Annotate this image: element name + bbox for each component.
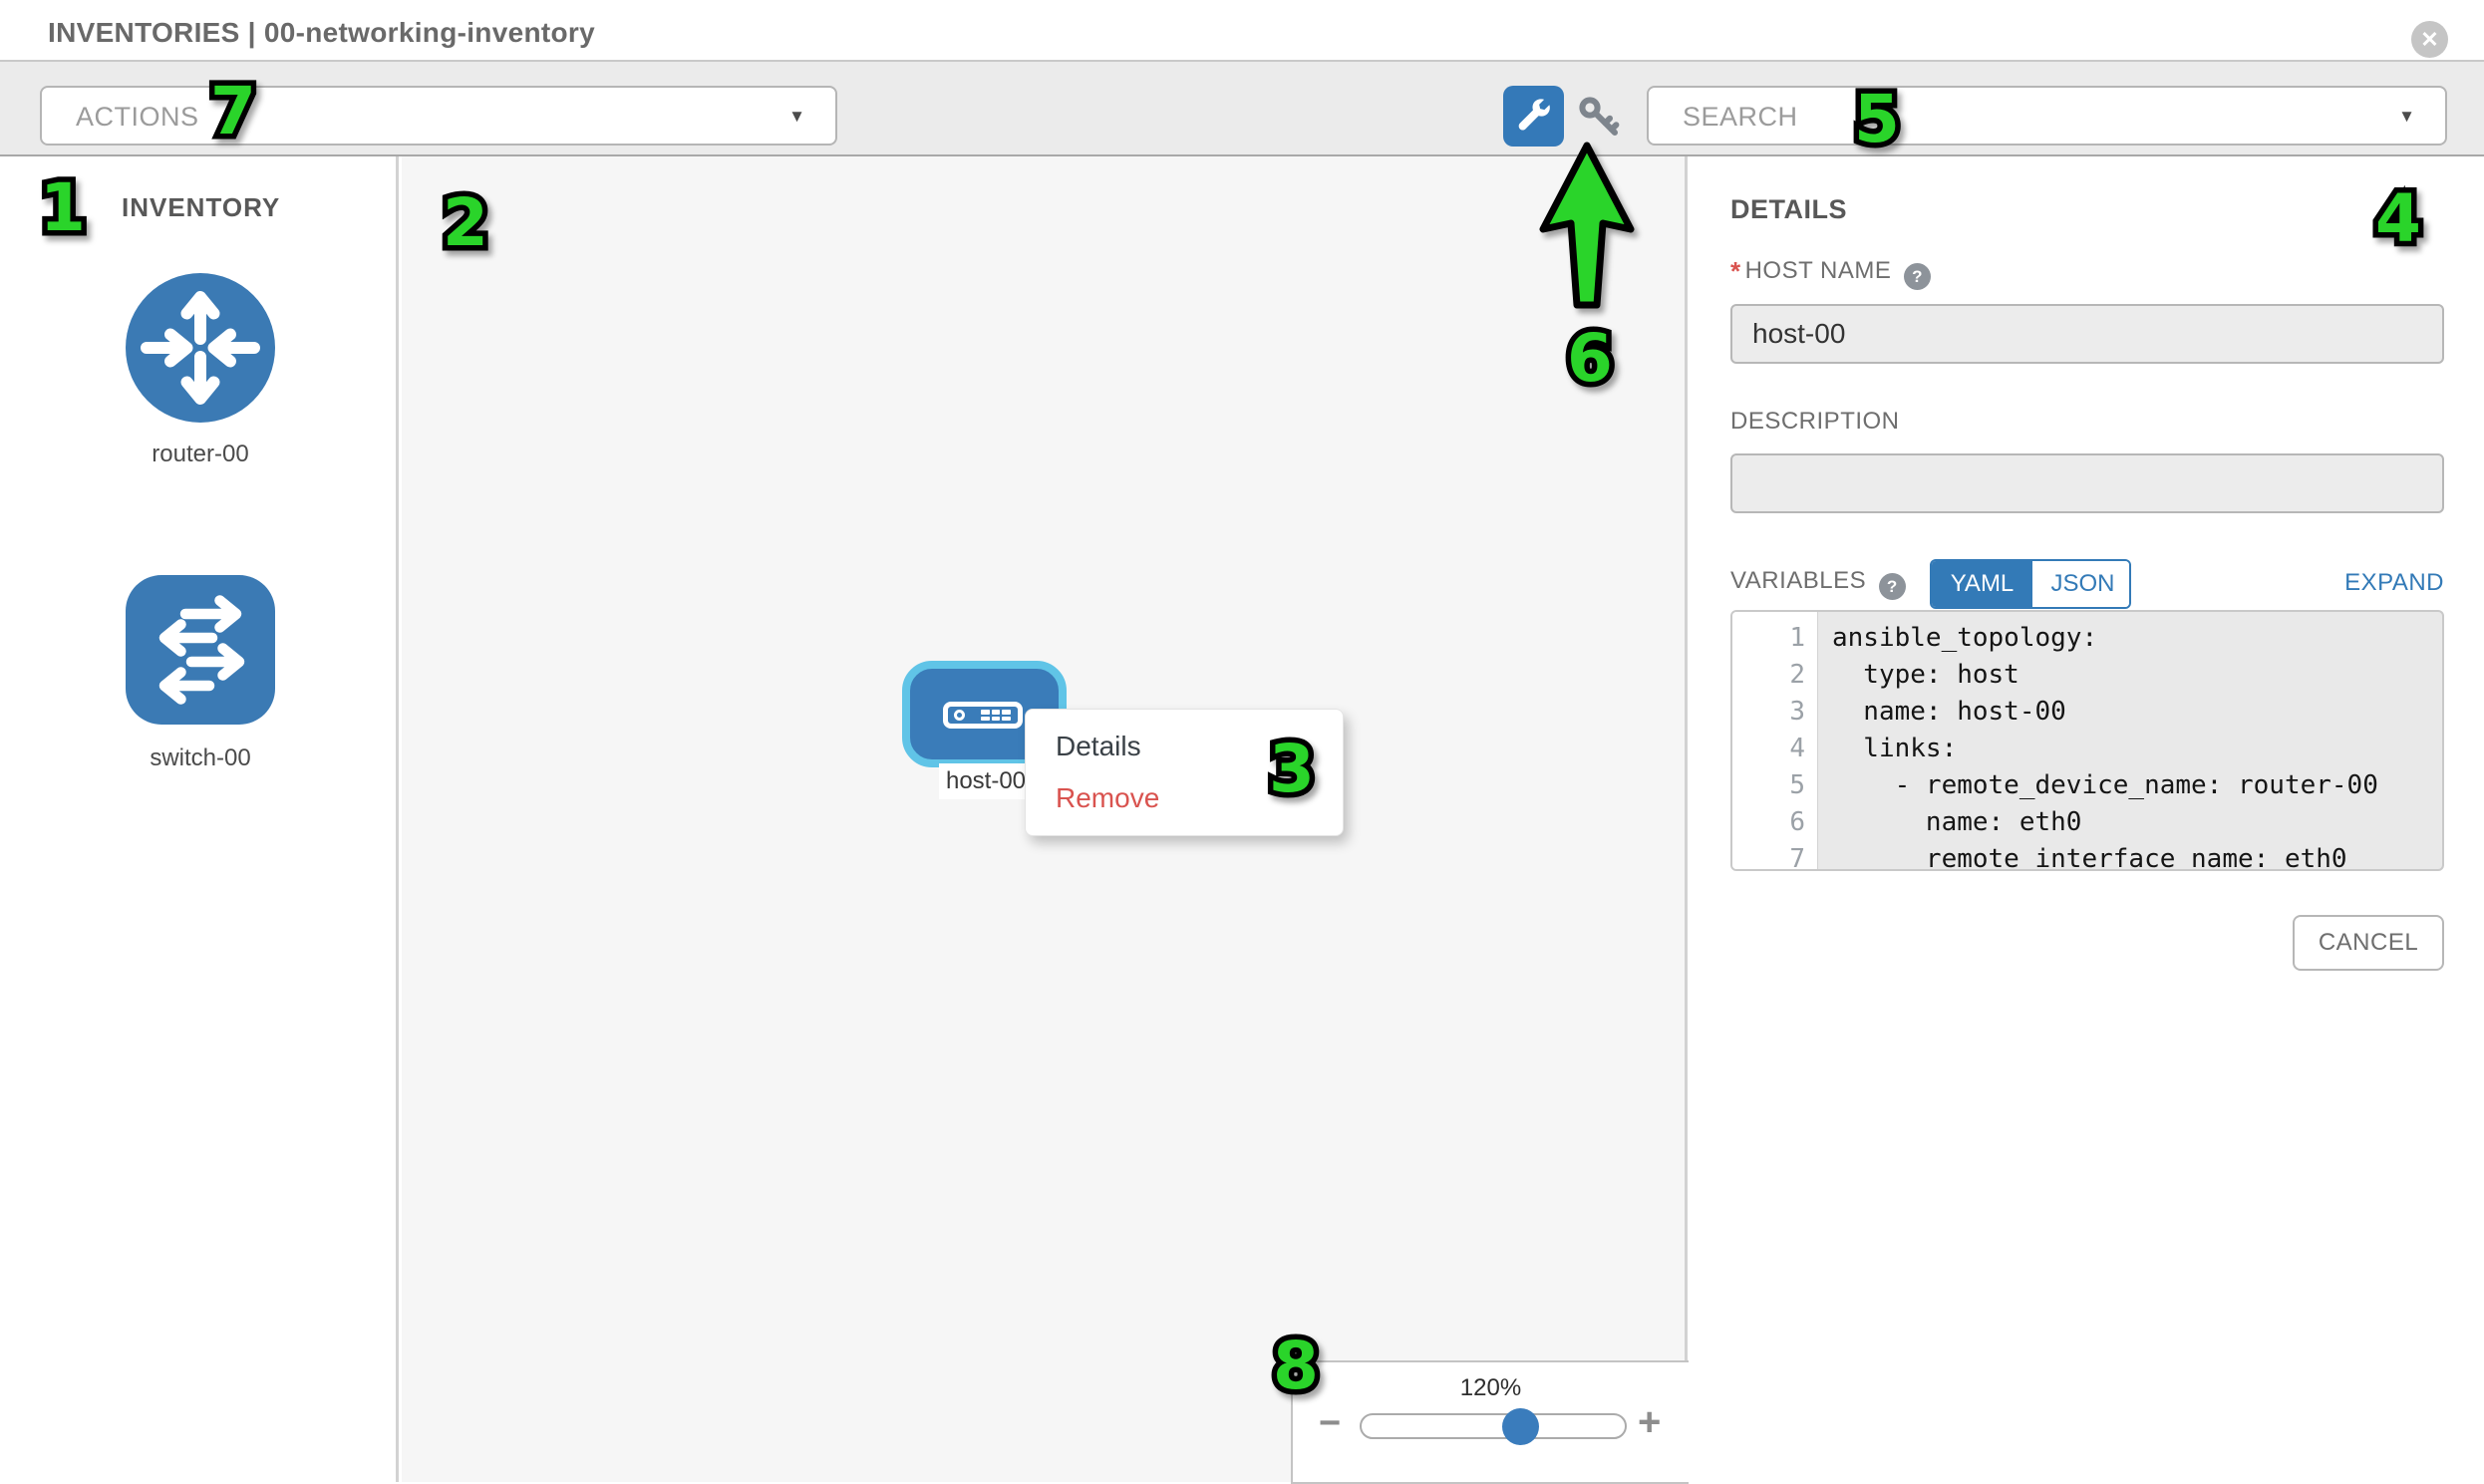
variables-row: VARIABLES ? YAML JSON EXPAND bbox=[1730, 559, 2444, 611]
hostname-label: HOST NAME bbox=[1745, 257, 1892, 284]
actions-dropdown[interactable]: ACTIONS ▼ bbox=[40, 86, 837, 146]
required-marker: * bbox=[1730, 256, 1740, 286]
caret-down-icon: ▼ bbox=[2398, 88, 2415, 144]
expand-link[interactable]: EXPAND bbox=[2344, 569, 2444, 597]
credentials-button[interactable] bbox=[1575, 94, 1625, 140]
editor-line-numbers: 1 2 3 4 5 6 7 bbox=[1732, 612, 1818, 869]
variables-format-toggle: YAML JSON bbox=[1930, 559, 2131, 609]
palette-item-label: router-00 bbox=[126, 441, 275, 468]
help-icon[interactable]: ? bbox=[1904, 263, 1931, 290]
code-line: remote_interface_name: eth0 bbox=[1832, 841, 2442, 871]
code-line: - remote_device_name: router-00 bbox=[1832, 767, 2442, 804]
code-line: name: host-00 bbox=[1832, 694, 2442, 731]
toggle-json[interactable]: JSON bbox=[2032, 561, 2131, 607]
toggle-yaml[interactable]: YAML bbox=[1932, 561, 2032, 607]
host-node-label: host-00 bbox=[939, 767, 1033, 795]
code-line: ansible_topology: bbox=[1832, 620, 2442, 657]
variables-code-editor[interactable]: 1 2 3 4 5 6 7 ansible_topology: type: ho… bbox=[1730, 610, 2444, 871]
toolbar: ACTIONS ▼ SEARCH ▼ bbox=[0, 62, 2484, 156]
inventory-palette: INVENTORY router-00 bbox=[0, 156, 399, 1482]
editor-code-area[interactable]: ansible_topology: type: host name: host-… bbox=[1818, 612, 2442, 869]
description-input[interactable] bbox=[1730, 453, 2444, 513]
breadcrumb: INVENTORIES | 00-networking-inventory bbox=[48, 0, 595, 62]
palette-item-router[interactable]: router-00 bbox=[126, 273, 275, 472]
node-context-menu: Details Remove bbox=[1025, 709, 1344, 836]
router-icon bbox=[126, 410, 275, 427]
cancel-button[interactable]: CANCEL bbox=[2293, 915, 2444, 971]
hostname-input[interactable] bbox=[1730, 304, 2444, 364]
zoom-out-button[interactable]: − bbox=[1319, 1402, 1341, 1445]
zoom-level-value: 120% bbox=[1293, 1374, 1689, 1402]
switch-icon bbox=[126, 712, 275, 729]
details-title: DETAILS bbox=[1730, 194, 1847, 225]
zoom-slider-track[interactable] bbox=[1360, 1413, 1627, 1439]
topology-canvas[interactable]: host-00 Details Remove 120% − + bbox=[402, 156, 1688, 1482]
header-bar: INVENTORIES | 00-networking-inventory ✕ bbox=[0, 0, 2484, 62]
menu-item-details[interactable]: Details bbox=[1026, 722, 1343, 771]
help-icon[interactable]: ? bbox=[1879, 573, 1906, 600]
hostname-label-row: * HOST NAME ? bbox=[1730, 256, 1931, 288]
host-icon bbox=[943, 702, 1023, 729]
description-label: DESCRIPTION bbox=[1730, 408, 1900, 436]
zoom-in-button[interactable]: + bbox=[1638, 1400, 1661, 1445]
actions-dropdown-label: ACTIONS bbox=[76, 88, 199, 144]
zoom-control: 120% − + bbox=[1291, 1360, 1689, 1484]
caret-down-icon: ▼ bbox=[788, 88, 805, 144]
details-panel: DETAILS * HOST NAME ? DESCRIPTION VARIAB… bbox=[1691, 156, 2484, 1482]
variables-label: VARIABLES bbox=[1730, 567, 1866, 594]
configure-button[interactable] bbox=[1503, 86, 1564, 147]
code-line: name: eth0 bbox=[1832, 804, 2442, 841]
palette-item-label: switch-00 bbox=[126, 744, 275, 772]
palette-title: INVENTORY bbox=[122, 192, 280, 223]
zoom-slider-knob[interactable] bbox=[1502, 1408, 1539, 1445]
search-dropdown[interactable]: SEARCH ▼ bbox=[1647, 86, 2447, 146]
key-icon bbox=[1575, 127, 1625, 144]
code-line: links: bbox=[1832, 731, 2442, 767]
search-dropdown-label: SEARCH bbox=[1683, 88, 1798, 144]
palette-item-switch[interactable]: switch-00 bbox=[126, 575, 275, 774]
menu-item-remove[interactable]: Remove bbox=[1026, 773, 1343, 823]
close-icon[interactable]: ✕ bbox=[2411, 21, 2448, 58]
code-line: type: host bbox=[1832, 657, 2442, 694]
